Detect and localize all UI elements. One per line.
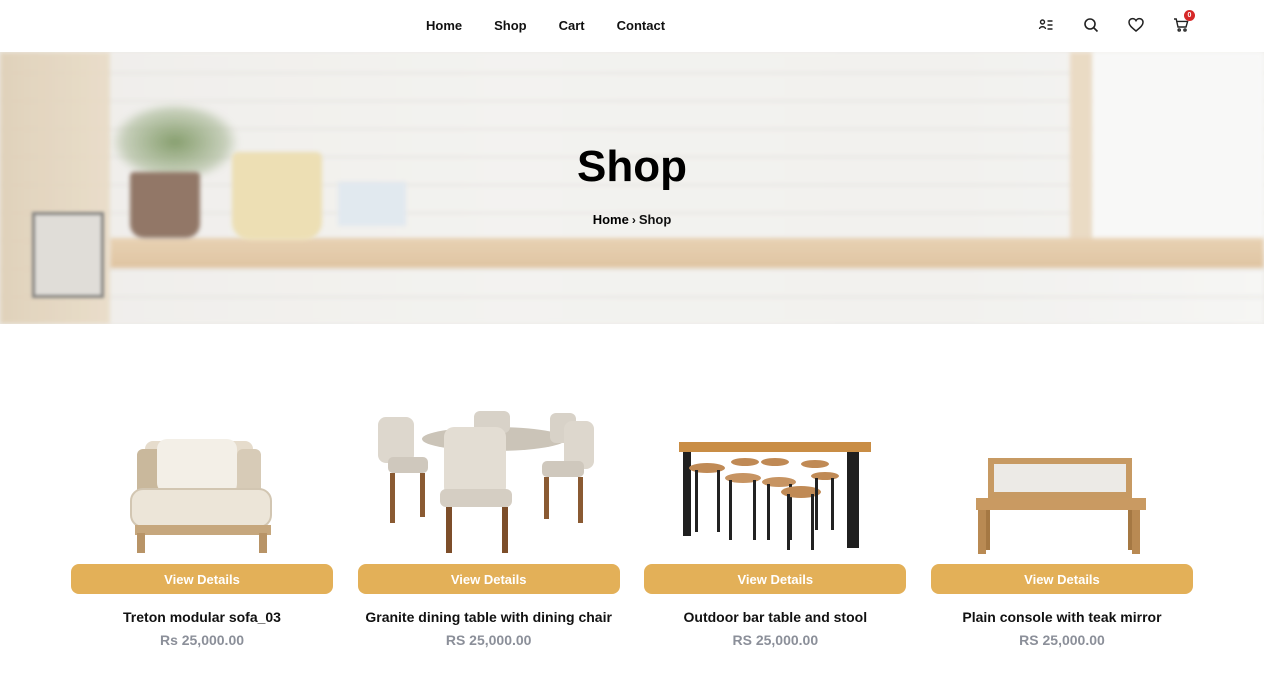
nav-cart[interactable]: Cart <box>559 18 585 33</box>
product-price: RS 25,000.00 <box>1019 632 1105 648</box>
cart-icon[interactable]: 0 <box>1170 10 1195 36</box>
bar-table-image[interactable] <box>644 402 906 554</box>
product-price: Rs 25,000.00 <box>159 632 245 648</box>
product-name[interactable]: Treton modular sofa_03 <box>123 609 281 625</box>
hero-banner: Shop Home › Shop <box>0 52 1264 324</box>
account-icon[interactable] <box>1035 14 1057 36</box>
view-details-button[interactable]: View Details <box>357 564 620 594</box>
header-icons: 0 <box>1012 10 1195 36</box>
product-card: View Details Plain console with teak mir… <box>930 402 1193 648</box>
product-price: RS 25,000.00 <box>445 632 532 648</box>
view-details-button[interactable]: View Details <box>930 564 1193 594</box>
site-header: Home Shop Cart Contact 0 <box>0 0 1264 50</box>
nav-contact[interactable]: Contact <box>617 18 665 33</box>
product-price: RS 25,000.00 <box>732 632 819 648</box>
product-name[interactable]: Granite dining table with dining chair <box>365 609 612 625</box>
product-card: View Details Granite dining table with d… <box>357 402 620 648</box>
page-title: Shop <box>577 142 687 191</box>
product-card: View Details Treton modular sofa_03 Rs 2… <box>71 402 333 648</box>
main-nav: Home Shop Cart Contact <box>426 0 665 50</box>
product-grid: View Details Treton modular sofa_03 Rs 2… <box>71 402 1193 648</box>
chevron-right-icon: › <box>631 212 636 227</box>
breadcrumb-home[interactable]: Home <box>593 212 629 227</box>
heart-icon[interactable] <box>1125 14 1147 36</box>
dining-set-image[interactable] <box>358 402 620 554</box>
product-card: View Details Outdoor bar table and stool… <box>644 402 907 648</box>
view-details-button[interactable]: View Details <box>71 564 333 594</box>
search-icon[interactable] <box>1080 14 1102 36</box>
console-image[interactable] <box>931 402 1193 554</box>
nav-shop[interactable]: Shop <box>494 18 527 33</box>
view-details-button[interactable]: View Details <box>644 564 907 594</box>
sofa-image[interactable] <box>71 402 333 554</box>
product-name[interactable]: Plain console with teak mirror <box>962 609 1161 625</box>
cart-count-badge: 0 <box>1184 10 1195 21</box>
breadcrumb-current: Shop <box>638 212 672 227</box>
product-name[interactable]: Outdoor bar table and stool <box>684 609 868 625</box>
nav-home[interactable]: Home <box>426 18 462 33</box>
breadcrumb: Home › Shop <box>0 212 1264 227</box>
